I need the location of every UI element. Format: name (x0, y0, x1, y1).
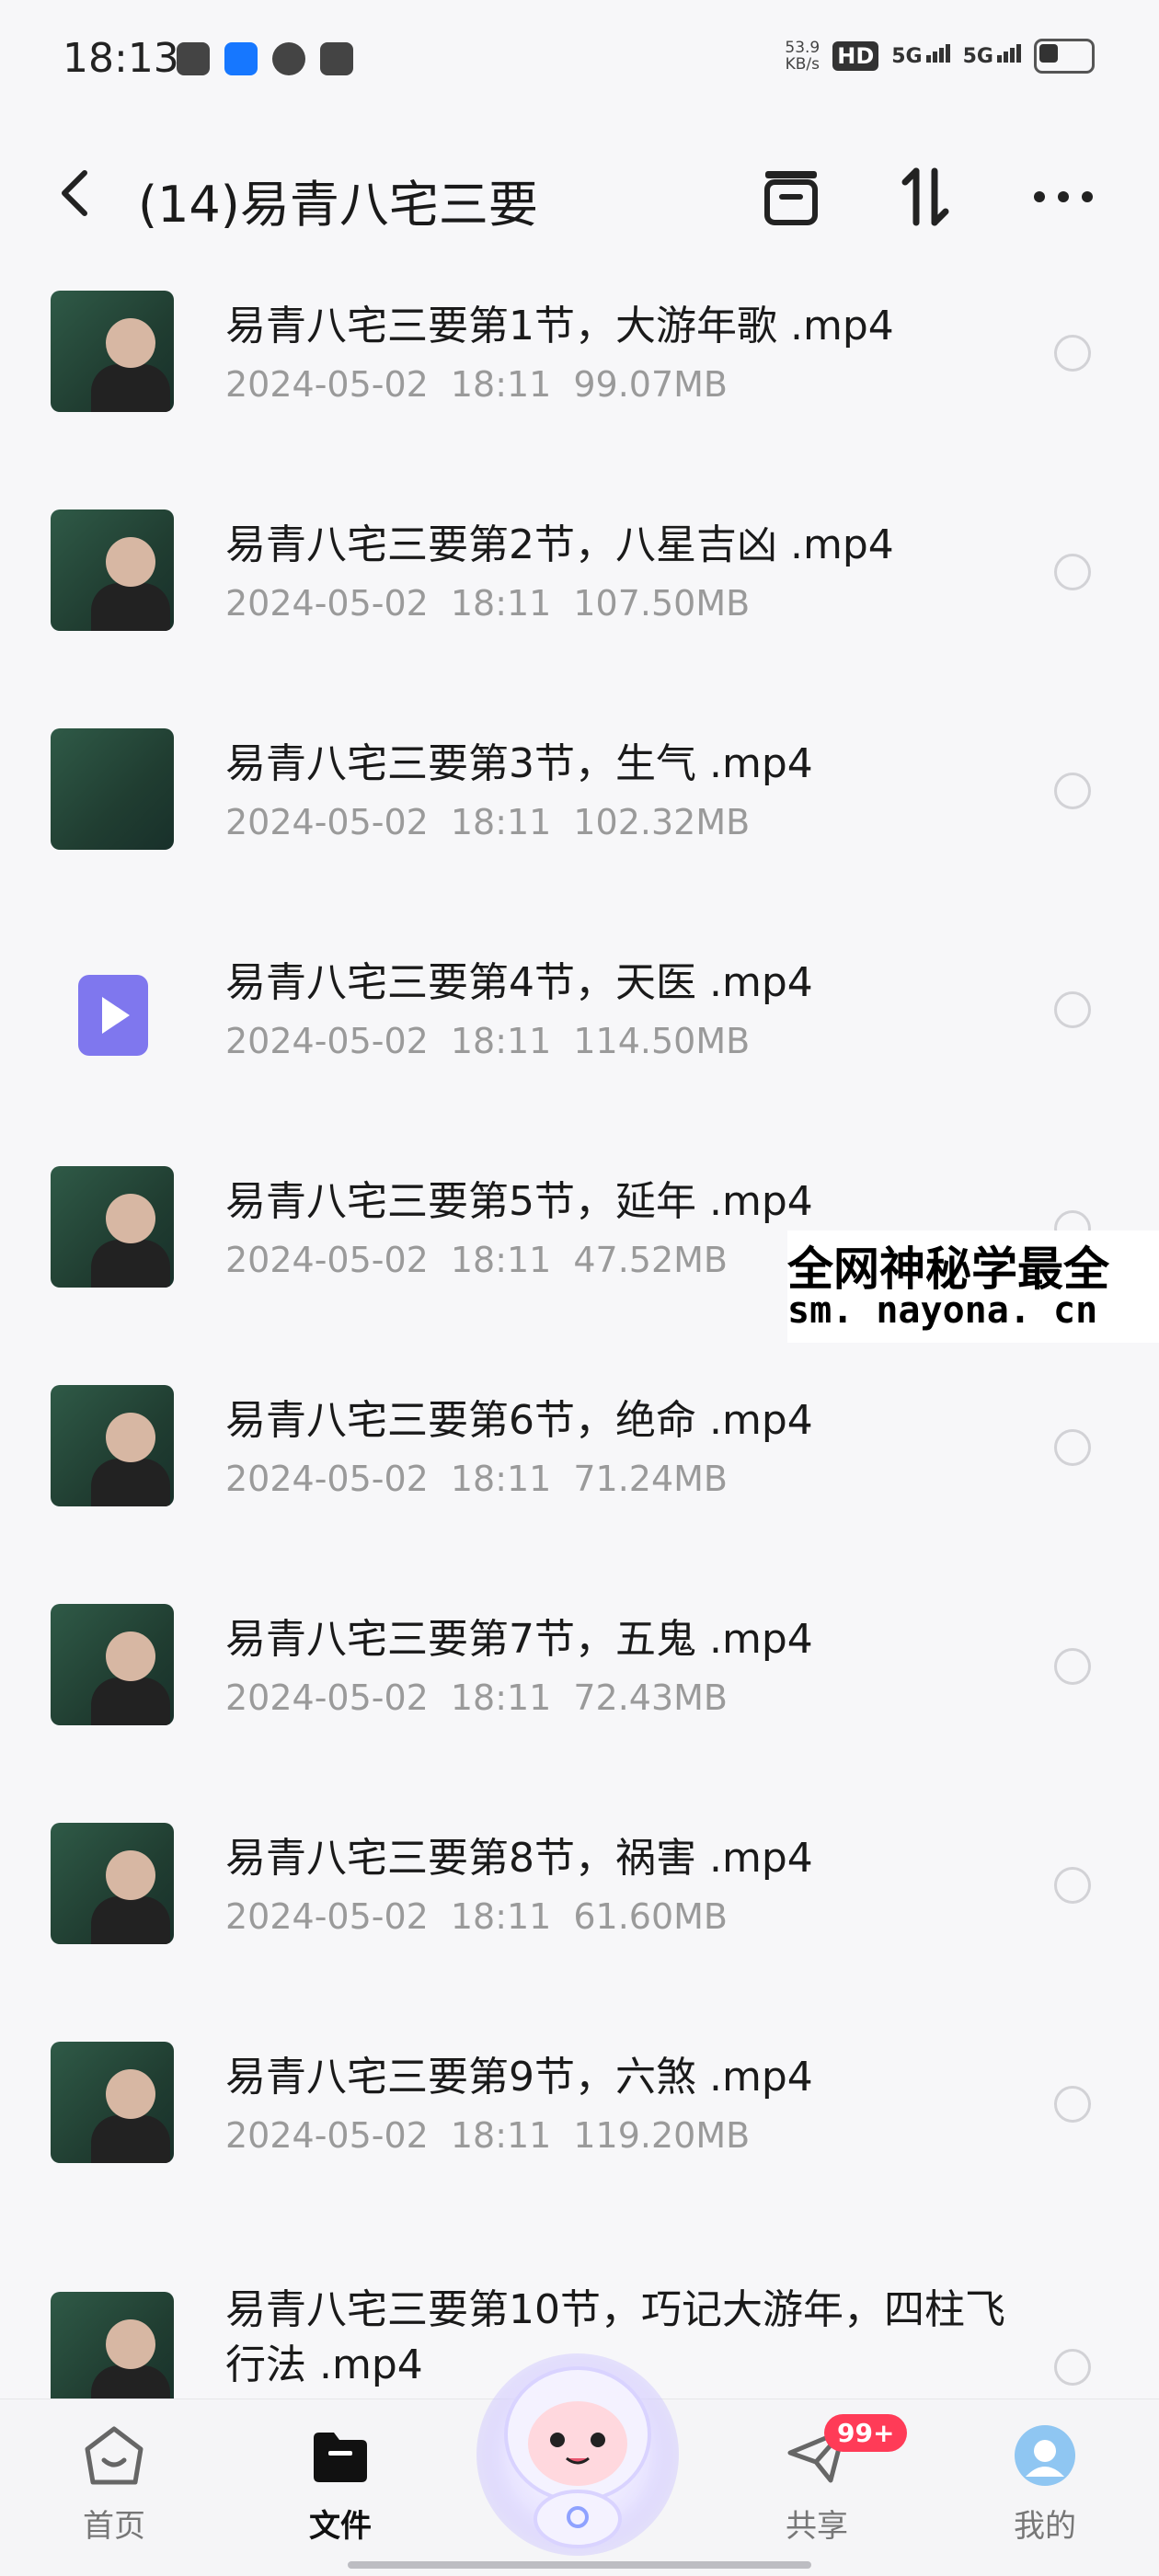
list-item[interactable]: 易青八宅三要第3节，生气 .mp4 2024-05-02 18:11 102.32M… (0, 714, 1159, 933)
list-item[interactable]: 易青八宅三要第6节，绝命 .mp4 2024-05-02 18:11 71.24MB (0, 1370, 1159, 1589)
battery-icon (1034, 39, 1095, 74)
file-meta: 2024-05-02 18:11 99.07MB (225, 364, 729, 405)
select-radio[interactable] (1054, 991, 1091, 1028)
bottom-nav: 首页 文件 99+ 共享 我的 (0, 2353, 1159, 2576)
file-name: 易青八宅三要第7节，五鬼 .mp4 (225, 1616, 813, 1663)
tab-files-label: 文件 (309, 2508, 372, 2545)
network-speed: 53.9 KB/s (785, 40, 820, 73)
file-meta: 2024-05-02 18:11 72.43MB (225, 1677, 729, 1718)
file-list: 易青八宅三要第1节，大游年歌 .mp4 2024-05-02 18:11 99.07… (0, 276, 1159, 2465)
home-icon (82, 2423, 146, 2488)
more-icon[interactable] (1027, 160, 1100, 234)
list-item[interactable]: 易青八宅三要第2节，八星吉凶 .mp4 2024-05-02 18:11 107.5… (0, 495, 1159, 714)
tab-share-label: 共享 (786, 2508, 848, 2545)
file-meta: 2024-05-02 18:11 71.24MB (225, 1459, 729, 1499)
avatar-icon (1013, 2423, 1077, 2488)
select-radio[interactable] (1054, 335, 1091, 372)
notification-app-icon (177, 42, 210, 75)
file-name: 易青八宅三要第3节，生气 .mp4 (225, 740, 813, 787)
chat-icon (272, 42, 305, 75)
select-radio[interactable] (1054, 2086, 1091, 2123)
sim1-label: 5G (891, 45, 923, 68)
list-item[interactable]: 易青八宅三要第1节，大游年歌 .mp4 2024-05-02 18:11 99.07… (0, 276, 1159, 495)
status-right: 53.9 KB/s HD 5G 5G (785, 39, 1095, 74)
list-item[interactable]: 易青八宅三要第9节，六煞 .mp4 2024-05-02 18:11 119.20M… (0, 2027, 1159, 2246)
watermark: 全网神秘学最全 sm. nayona. cn (787, 1231, 1159, 1343)
file-meta: 2024-05-02 18:11 107.50MB (225, 583, 751, 624)
list-item[interactable]: 易青八宅三要第7节，五鬼 .mp4 2024-05-02 18:11 72.43MB (0, 1589, 1159, 1808)
tab-share[interactable]: 99+ 共享 (743, 2414, 908, 2546)
tab-mine-label: 我的 (1014, 2508, 1076, 2545)
file-name: 易青八宅三要第4节，天医 .mp4 (225, 959, 813, 1006)
mascot-button[interactable] (460, 2326, 695, 2561)
speed-unit: KB/s (785, 55, 820, 74)
watermark-line2: sm. nayona. cn (787, 1289, 1098, 1332)
file-name: 易青八宅三要第1节，大游年歌 .mp4 (225, 303, 894, 349)
home-indicator[interactable] (348, 2561, 811, 2569)
back-arrow-icon[interactable] (57, 167, 94, 219)
play-icon (51, 947, 174, 1069)
list-item[interactable]: 易青八宅三要第4节，天医 .mp4 2024-05-02 18:11 114.50M… (0, 933, 1159, 1151)
file-name: 易青八宅三要第5节，延年 .mp4 (225, 1178, 813, 1225)
video-thumbnail (51, 1385, 174, 1506)
select-radio[interactable] (1054, 1867, 1091, 1904)
video-thumbnail (51, 2292, 174, 2413)
tab-home[interactable]: 首页 (40, 2423, 188, 2546)
sort-icon[interactable] (889, 160, 962, 234)
video-thumbnail (51, 291, 174, 412)
list-item[interactable]: 易青八宅三要第8节，祸害 .mp4 2024-05-02 18:11 61.60MB (0, 1808, 1159, 2027)
top-app-bar: (14)易青八宅三要 (0, 147, 1159, 239)
share-badge: 99+ (824, 2414, 908, 2452)
select-radio[interactable] (1054, 773, 1091, 809)
folder-icon (308, 2423, 373, 2488)
video-thumbnail (51, 509, 174, 631)
sim2-label: 5G (962, 45, 993, 68)
status-time: 18:13 (63, 35, 179, 82)
video-thumbnail (51, 1166, 174, 1288)
file-name: 易青八宅三要第9节，六煞 .mp4 (225, 2054, 813, 2101)
tab-files[interactable]: 文件 (267, 2423, 414, 2546)
speed-value: 53.9 (785, 39, 820, 57)
select-radio[interactable] (1054, 2349, 1091, 2386)
file-name: 易青八宅三要第8节，祸害 .mp4 (225, 1835, 813, 1882)
file-meta: 2024-05-02 18:11 47.52MB (225, 1240, 729, 1280)
video-thumbnail (51, 1823, 174, 1944)
signal-sim1-icon: 5G (891, 44, 950, 68)
signal-sim2-icon: 5G (963, 44, 1021, 68)
file-name: 易青八宅三要第6节，绝命 .mp4 (225, 1397, 813, 1444)
file-name: 易青八宅三要第2节，八星吉凶 .mp4 (225, 521, 894, 568)
select-radio[interactable] (1054, 554, 1091, 590)
alipay-icon (224, 42, 258, 75)
file-meta: 2024-05-02 18:11 119.20MB (225, 2115, 751, 2156)
archive-icon[interactable] (754, 160, 828, 234)
video-thumbnail (51, 1604, 174, 1725)
message-app-icon (320, 42, 353, 75)
video-thumbnail (51, 728, 174, 850)
file-meta: 2024-05-02 18:11 61.60MB (225, 1896, 729, 1937)
file-meta: 2024-05-02 18:11 102.32MB (225, 802, 751, 842)
select-radio[interactable] (1054, 1429, 1091, 1466)
video-thumbnail (51, 2042, 174, 2163)
file-meta: 2024-05-02 18:11 114.50MB (225, 1021, 751, 1061)
page-title: (14)易青八宅三要 (138, 176, 538, 234)
status-bar: 18:13 53.9 KB/s HD 5G 5G (0, 0, 1159, 129)
tab-mine[interactable]: 我的 (971, 2423, 1119, 2546)
hd-icon: HD (832, 41, 879, 71)
select-radio[interactable] (1054, 1648, 1091, 1685)
tab-home-label: 首页 (83, 2508, 145, 2545)
